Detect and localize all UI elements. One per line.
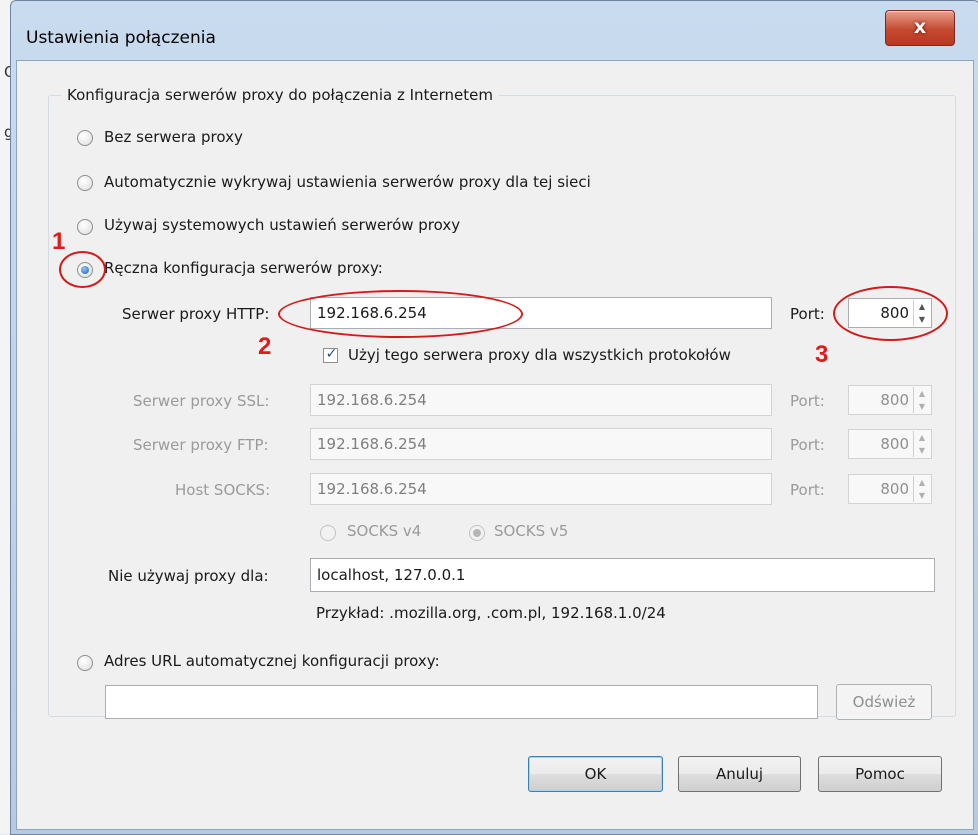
- ssl-port-label: Port:: [790, 392, 825, 410]
- help-button[interactable]: Pomoc: [818, 756, 942, 792]
- ftp-port-stepper[interactable]: 800 ▲ ▼: [848, 429, 932, 459]
- socks-port-value: 800: [880, 480, 909, 498]
- radio-auto-config-url[interactable]: [77, 655, 93, 671]
- socks-port-stepper[interactable]: 800 ▲ ▼: [848, 474, 932, 504]
- auto-config-url-input[interactable]: [105, 685, 818, 719]
- checkmark-icon: ✓: [325, 346, 338, 362]
- annotation-ellipse-http: [278, 290, 523, 338]
- radio-socks-v5-label[interactable]: SOCKS v5: [494, 522, 568, 540]
- annotation-circle-radio: [59, 251, 106, 288]
- no-proxy-for-label: Nie używaj proxy dla:: [108, 567, 269, 585]
- ftp-proxy-input[interactable]: 192.168.6.254: [310, 428, 772, 460]
- cancel-button[interactable]: Anuluj: [678, 756, 801, 792]
- stepper-up-icon: ▲: [918, 478, 926, 487]
- ssl-port-value: 800: [880, 391, 909, 409]
- annotation-number-1: 1: [52, 228, 66, 255]
- no-proxy-for-input[interactable]: localhost, 127.0.0.1: [310, 558, 935, 592]
- radio-system-proxy[interactable]: [77, 219, 93, 235]
- stepper-up-icon: ▲: [918, 433, 926, 442]
- stepper-arrows[interactable]: ▲ ▼: [913, 387, 930, 413]
- ftp-port-value: 800: [880, 435, 909, 453]
- stepper-down-icon: ▼: [918, 491, 926, 500]
- annotation-number-2: 2: [258, 333, 272, 360]
- socks-port-label: Port:: [790, 481, 825, 499]
- ftp-port-label: Port:: [790, 436, 825, 454]
- ssl-proxy-label: Serwer proxy SSL:: [133, 392, 270, 410]
- close-button[interactable]: x: [885, 10, 955, 46]
- window-title: Ustawienia połączenia: [26, 28, 216, 48]
- annotation-number-3: 3: [815, 341, 829, 368]
- use-for-all-checkbox[interactable]: ✓: [323, 346, 338, 363]
- radio-manual-proxy-label[interactable]: Ręczna konfiguracja serwerów proxy:: [104, 259, 383, 277]
- ssl-port-stepper[interactable]: 800 ▲ ▼: [848, 385, 932, 415]
- radio-auto-config-url-label[interactable]: Adres URL automatycznej konfiguracji pro…: [104, 652, 440, 670]
- stepper-down-icon: ▼: [918, 402, 926, 411]
- socks-host-input[interactable]: 192.168.6.254: [310, 473, 772, 505]
- close-icon: x: [913, 16, 927, 38]
- radio-auto-detect[interactable]: [77, 175, 93, 191]
- socks-host-label: Host SOCKS:: [175, 481, 271, 499]
- radio-auto-detect-label[interactable]: Automatycznie wykrywaj ustawienia serwer…: [104, 173, 591, 191]
- no-proxy-example-text: Przykład: .mozilla.org, .com.pl, 192.168…: [316, 604, 666, 622]
- ftp-proxy-label: Serwer proxy FTP:: [133, 436, 269, 454]
- reload-button[interactable]: Odśwież: [836, 684, 932, 720]
- http-proxy-label: Serwer proxy HTTP:: [122, 305, 270, 323]
- radio-no-proxy[interactable]: [77, 130, 93, 146]
- radio-socks-v4[interactable]: [320, 525, 336, 541]
- use-for-all-label[interactable]: Użyj tego serwera proxy dla wszystkich p…: [348, 346, 731, 364]
- ssl-proxy-input[interactable]: 192.168.6.254: [310, 384, 772, 416]
- annotation-ellipse-port: [833, 286, 948, 341]
- ok-button[interactable]: OK: [528, 756, 663, 792]
- stepper-arrows[interactable]: ▲ ▼: [913, 476, 930, 502]
- stepper-arrows[interactable]: ▲ ▼: [913, 431, 930, 457]
- radio-system-proxy-label[interactable]: Używaj systemowych ustawień serwerów pro…: [104, 216, 460, 234]
- radio-no-proxy-label[interactable]: Bez serwera proxy: [104, 128, 243, 146]
- http-port-label: Port:: [790, 305, 825, 323]
- stepper-up-icon: ▲: [918, 389, 926, 398]
- radio-socks-v4-label[interactable]: SOCKS v4: [347, 522, 421, 540]
- radio-socks-v5[interactable]: [469, 525, 485, 541]
- group-title: Konfiguracja serwerów proxy do połączeni…: [61, 86, 499, 104]
- stepper-down-icon: ▼: [918, 446, 926, 455]
